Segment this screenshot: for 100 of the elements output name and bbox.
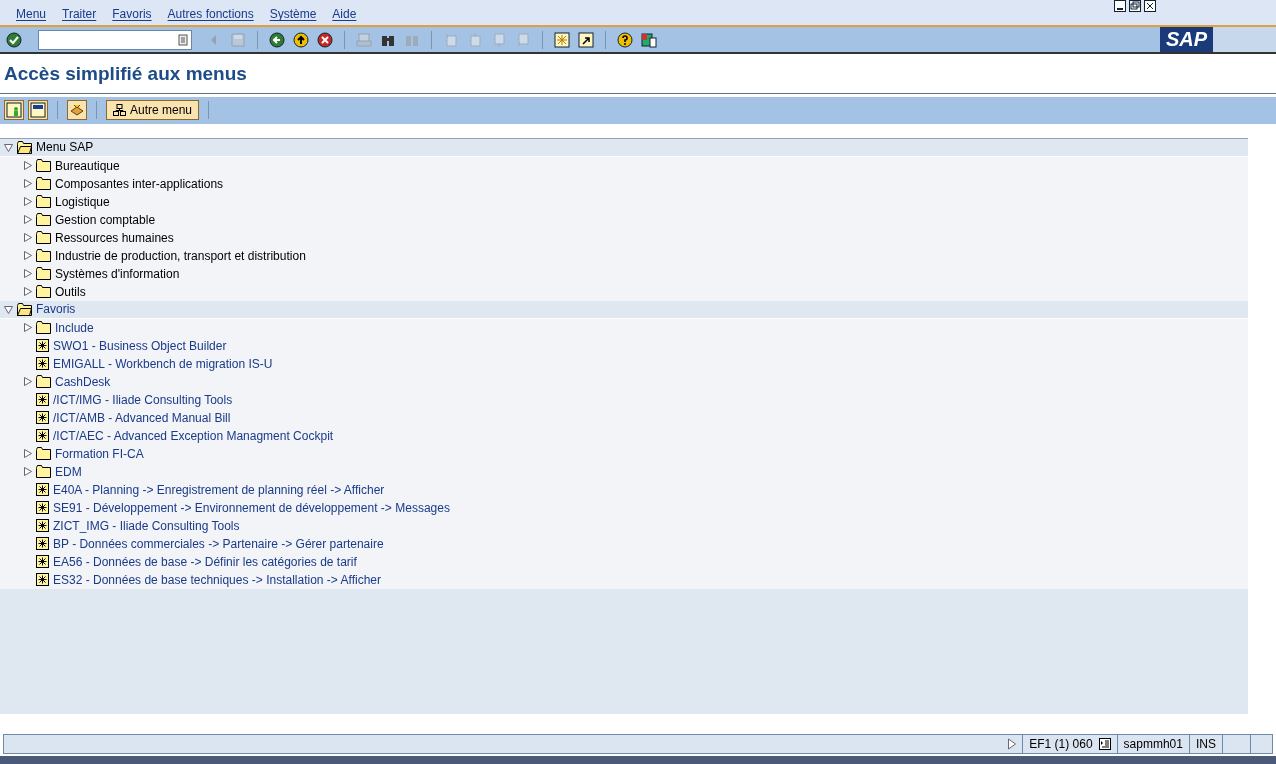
transaction-icon — [36, 357, 49, 370]
new-session-button[interactable] — [552, 29, 572, 50]
menu-item[interactable]: Aide — [332, 5, 357, 23]
cancel-icon — [317, 31, 333, 48]
sap-menu-icon — [30, 102, 46, 118]
menu-item[interactable]: Traiter — [62, 5, 97, 23]
menu-item[interactable]: Système — [269, 5, 317, 23]
transaction-icon — [36, 483, 49, 496]
folder-icon — [36, 231, 51, 244]
folder-icon — [36, 375, 51, 388]
back-button[interactable] — [267, 29, 287, 50]
other-menu-button[interactable]: Autre menu — [106, 100, 200, 120]
page-title: Accès simplifié aux menus — [0, 56, 1276, 94]
sap-menu-button[interactable] — [28, 100, 48, 120]
tree-node[interactable]: SE91 - Développement -> Environnement de développement -> Messages — [0, 498, 1248, 517]
folder-icon — [36, 285, 51, 298]
transaction-icon — [36, 555, 49, 568]
minimize-icon — [1114, 0, 1126, 12]
menu-item[interactable]: Favoris — [112, 5, 152, 23]
up-icon — [293, 31, 309, 48]
folder-icon — [36, 159, 51, 172]
up-button[interactable] — [291, 29, 311, 50]
server-name: sapmmh01 — [1123, 736, 1183, 753]
shortcut-icon — [578, 31, 594, 48]
tree-node[interactable]: ES32 - Données de base techniques -> Installation -> Afficher — [0, 570, 1248, 589]
tree-node[interactable]: Menu SAP — [0, 138, 1248, 157]
expand-arrow-icon[interactable] — [23, 287, 32, 296]
folder-icon — [36, 267, 51, 280]
tree-node[interactable]: EMIGALL - Workbench de migration IS-U — [0, 354, 1248, 373]
folder-icon — [36, 447, 51, 460]
expand-arrow-icon[interactable] — [23, 233, 32, 242]
favorites-button[interactable] — [67, 100, 87, 120]
expand-arrow-icon[interactable] — [23, 269, 32, 278]
tree-node[interactable]: Logistique — [0, 192, 1248, 211]
tree-node[interactable]: /ICT/IMG - Iliade Consulting Tools — [0, 390, 1248, 409]
expand-arrow-icon[interactable] — [23, 215, 32, 224]
folder-icon — [36, 213, 51, 226]
restore-icon — [1129, 0, 1141, 12]
menu-item[interactable]: Menu — [16, 5, 47, 23]
tree-node[interactable]: Favoris — [0, 300, 1248, 319]
tree-node[interactable]: Industrie de production, transport et distribution — [0, 246, 1248, 265]
print-icon — [356, 31, 372, 48]
tree-node[interactable]: ZICT_IMG - Iliade Consulting Tools — [0, 516, 1248, 535]
cancel-button[interactable] — [315, 29, 335, 50]
expand-arrow-icon[interactable] — [23, 323, 32, 332]
menu-item[interactable]: Autres fonctions — [167, 5, 254, 23]
folder-icon — [36, 321, 51, 334]
tree-node[interactable]: Include — [0, 318, 1248, 337]
tree-node[interactable]: Composantes inter-applications — [0, 174, 1248, 193]
tree-node[interactable]: /ICT/AMB - Advanced Manual Bill — [0, 408, 1248, 427]
expand-arrow-icon[interactable] — [23, 377, 32, 386]
layout-icon — [641, 31, 657, 48]
tree-node[interactable]: Formation FI-CA — [0, 444, 1248, 463]
box-icon — [69, 102, 85, 118]
open-folder-icon — [17, 302, 32, 316]
collapse-arrow-icon[interactable] — [4, 142, 13, 152]
expand-arrow-icon[interactable] — [23, 251, 32, 260]
details-icon — [1098, 738, 1111, 750]
collapse-arrow-icon[interactable] — [4, 304, 13, 314]
tree-node[interactable]: EDM — [0, 462, 1248, 481]
tree-node[interactable]: /ICT/AEC - Advanced Exception Managment Cockpit — [0, 426, 1248, 445]
help-button[interactable] — [615, 29, 635, 50]
shortcut-button[interactable] — [576, 29, 596, 50]
transaction-icon — [36, 519, 49, 532]
tree-node[interactable]: E40A - Planning -> Enregistrement de planning réel -> Afficher — [0, 480, 1248, 499]
folder-icon — [36, 249, 51, 262]
tree-node[interactable]: Systèmes d'information — [0, 264, 1248, 283]
tree-node[interactable]: Outils — [0, 282, 1248, 301]
expand-arrow-icon[interactable] — [23, 449, 32, 458]
user-menu-icon — [6, 102, 22, 118]
folder-icon — [36, 177, 51, 190]
transaction-icon — [36, 339, 49, 352]
expand-arrow-icon[interactable] — [23, 161, 32, 170]
tree-node[interactable]: SWO1 - Business Object Builder — [0, 336, 1248, 355]
user-menu-button[interactable] — [4, 100, 24, 120]
hierarchy-icon — [113, 104, 126, 116]
expand-arrow-icon[interactable] — [23, 179, 32, 188]
expand-arrow-icon[interactable] — [23, 197, 32, 206]
expand-arrow-icon — [1007, 738, 1017, 750]
system-info: EF1 (1) 060 — [1029, 736, 1093, 753]
check-button[interactable] — [4, 29, 24, 50]
save-icon — [230, 31, 246, 48]
transaction-icon — [36, 573, 49, 586]
command-field[interactable] — [38, 29, 192, 50]
tree-node[interactable]: Bureautique — [0, 156, 1248, 175]
open-folder-icon — [17, 140, 32, 154]
input-mode: INS — [1196, 736, 1216, 753]
tree-node[interactable]: Ressources humaines — [0, 228, 1248, 247]
transaction-icon — [36, 393, 49, 406]
folder-icon — [36, 465, 51, 478]
transaction-icon — [36, 411, 49, 424]
check-icon — [6, 31, 22, 48]
tree-node[interactable]: EA56 - Données de base -> Définir les catégories de tarif — [0, 552, 1248, 571]
new-session-icon — [554, 31, 570, 48]
back-icon — [269, 31, 285, 48]
dropdown-icon — [178, 33, 188, 46]
tree-node[interactable]: Gestion comptable — [0, 210, 1248, 229]
tree-node[interactable]: BP - Données commerciales -> Partenaire -> Gérer partenaire — [0, 534, 1248, 553]
tree-node[interactable]: CashDesk — [0, 372, 1248, 391]
expand-arrow-icon[interactable] — [23, 467, 32, 476]
